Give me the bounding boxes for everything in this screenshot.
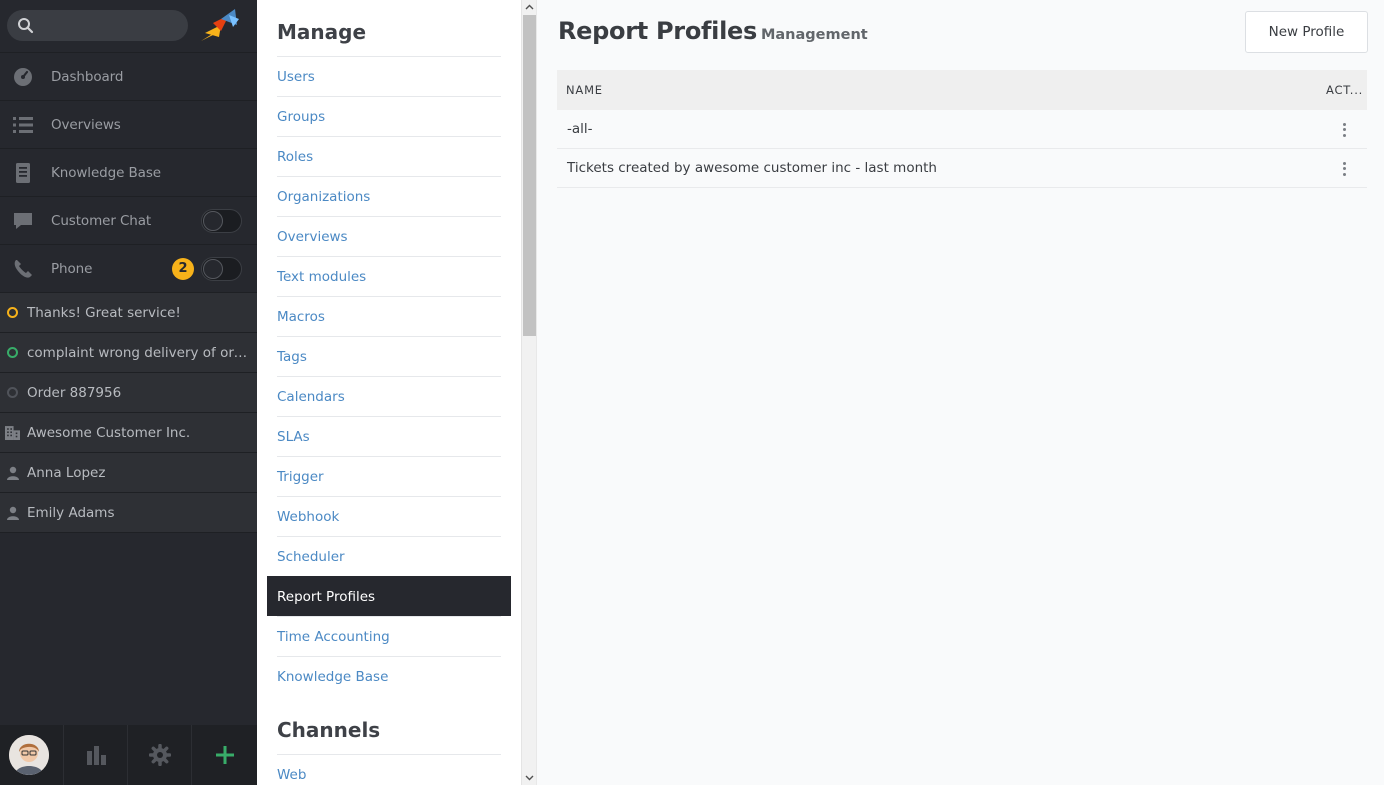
user-menu[interactable]	[0, 725, 64, 785]
reporting-icon	[87, 746, 106, 765]
menu-item-organizations[interactable]: Organizations	[277, 176, 501, 216]
menu-item-knowledge-base[interactable]: Knowledge Base	[277, 656, 501, 696]
list-icon	[13, 117, 33, 133]
main-navigation: Dashboard Overviews Knowledge Base Custo…	[0, 0, 257, 785]
menu-item-scheduler[interactable]: Scheduler	[277, 536, 501, 576]
nav-item-knowledge-base[interactable]: Knowledge Base	[0, 149, 257, 197]
scrollbar-thumb[interactable]	[523, 15, 536, 336]
menu-item-groups[interactable]: Groups	[277, 96, 501, 136]
ticket-status-icon	[6, 346, 20, 360]
menu-scrollbar[interactable]	[521, 0, 537, 785]
table-header: NAME ACT...	[557, 70, 1367, 110]
menu-item-tags[interactable]: Tags	[277, 336, 501, 376]
task-label: complaint wrong delivery of order	[27, 344, 251, 361]
task-item[interactable]: Thanks! Great service!	[0, 293, 257, 333]
phone-toggle[interactable]	[201, 256, 242, 281]
nav-item-customer-chat[interactable]: Customer Chat	[0, 197, 257, 245]
task-item[interactable]: Awesome Customer Inc.	[0, 413, 257, 453]
nav-bottom-bar	[0, 725, 257, 785]
channels-heading: Channels	[277, 718, 381, 742]
scroll-up-arrow-icon[interactable]	[525, 3, 534, 12]
menu-item-slas[interactable]: SLAs	[277, 416, 501, 456]
nav-item-dashboard[interactable]: Dashboard	[0, 53, 257, 101]
open-tasks: Thanks! Great service! complaint wrong d…	[0, 293, 257, 533]
table-row[interactable]: Tickets created by awesome customer inc …	[557, 149, 1367, 188]
task-item[interactable]: complaint wrong delivery of order	[0, 333, 257, 373]
customer-chat-toggle[interactable]	[201, 208, 242, 233]
main-content: Report Profiles Management New Profile NA…	[537, 0, 1384, 785]
row-name[interactable]: Tickets created by awesome customer inc …	[567, 160, 937, 176]
nav-item-label: Customer Chat	[51, 212, 152, 229]
nav-item-label: Phone	[51, 260, 93, 277]
menu-item-roles[interactable]: Roles	[277, 136, 501, 176]
menu-item-text-modules[interactable]: Text modules	[277, 256, 501, 296]
task-item[interactable]: Anna Lopez	[0, 453, 257, 493]
scroll-down-arrow-icon[interactable]	[525, 773, 534, 782]
row-actions-icon[interactable]	[1340, 121, 1348, 137]
organization-icon	[5, 426, 20, 440]
nav-item-label: Knowledge Base	[51, 164, 161, 181]
menu-item-time-accounting[interactable]: Time Accounting	[277, 616, 501, 656]
phone-icon	[14, 260, 33, 278]
report-profiles-table: NAME ACT... -all- Tickets created by awe…	[557, 70, 1367, 188]
column-header-name[interactable]: NAME	[566, 83, 603, 97]
page-title-text: Report Profiles	[558, 17, 757, 45]
new-profile-button[interactable]: New Profile	[1245, 11, 1368, 53]
nav-item-phone[interactable]: Phone 2	[0, 245, 257, 293]
chat-icon	[14, 213, 32, 229]
menu-item-report-profiles[interactable]: Report Profiles	[267, 576, 511, 616]
search-box[interactable]	[7, 10, 188, 41]
nav-item-overviews[interactable]: Overviews	[0, 101, 257, 149]
menu-item-users[interactable]: Users	[277, 56, 501, 96]
page-title: Report Profiles Management	[558, 17, 868, 45]
menu-item-trigger[interactable]: Trigger	[277, 456, 501, 496]
settings-icon	[149, 744, 171, 766]
settings-button[interactable]	[128, 725, 192, 785]
search-icon	[18, 18, 34, 34]
toggle-knob	[203, 258, 223, 279]
menu-item-web[interactable]: Web	[277, 754, 501, 785]
manage-list: Users Groups Roles Organizations Overvie…	[267, 56, 511, 696]
manage-heading: Manage	[277, 20, 367, 44]
channels-list: Web	[277, 754, 501, 785]
task-label: Anna Lopez	[27, 464, 106, 481]
dashboard-icon	[14, 68, 32, 86]
plus-icon	[216, 746, 234, 764]
page-subtitle: Management	[760, 27, 868, 43]
table-row[interactable]: -all-	[557, 110, 1367, 149]
avatar[interactable]	[9, 735, 49, 775]
task-label: Emily Adams	[27, 504, 115, 521]
toggle-knob	[203, 210, 223, 231]
row-name[interactable]: -all-	[567, 121, 593, 137]
task-label: Thanks! Great service!	[27, 304, 181, 321]
user-icon	[7, 506, 19, 520]
menu-item-macros[interactable]: Macros	[277, 296, 501, 336]
menu-item-overviews[interactable]: Overviews	[277, 216, 501, 256]
nav-item-label: Overviews	[51, 116, 121, 133]
user-icon	[7, 466, 19, 480]
task-label: Order 887956	[27, 384, 122, 401]
task-item[interactable]: Order 887956	[0, 373, 257, 413]
search-input[interactable]	[41, 10, 181, 41]
row-actions-icon[interactable]	[1340, 160, 1348, 176]
book-icon	[16, 163, 30, 183]
nav-item-label: Dashboard	[51, 68, 124, 85]
phone-count-badge: 2	[172, 257, 194, 280]
avatar-image	[9, 735, 49, 775]
settings-menu: Manage Users Groups Roles Organizations …	[257, 0, 521, 785]
ticket-status-icon	[6, 306, 20, 320]
reporting-button[interactable]	[64, 725, 128, 785]
add-button[interactable]	[192, 725, 257, 785]
task-item[interactable]: Emily Adams	[0, 493, 257, 533]
search-row	[0, 0, 257, 53]
logo-icon[interactable]	[199, 5, 243, 43]
menu-item-webhook[interactable]: Webhook	[277, 496, 501, 536]
ticket-status-icon	[6, 386, 20, 400]
menu-item-calendars[interactable]: Calendars	[277, 376, 501, 416]
task-label: Awesome Customer Inc.	[27, 424, 191, 441]
column-header-actions: ACT...	[1326, 83, 1364, 97]
